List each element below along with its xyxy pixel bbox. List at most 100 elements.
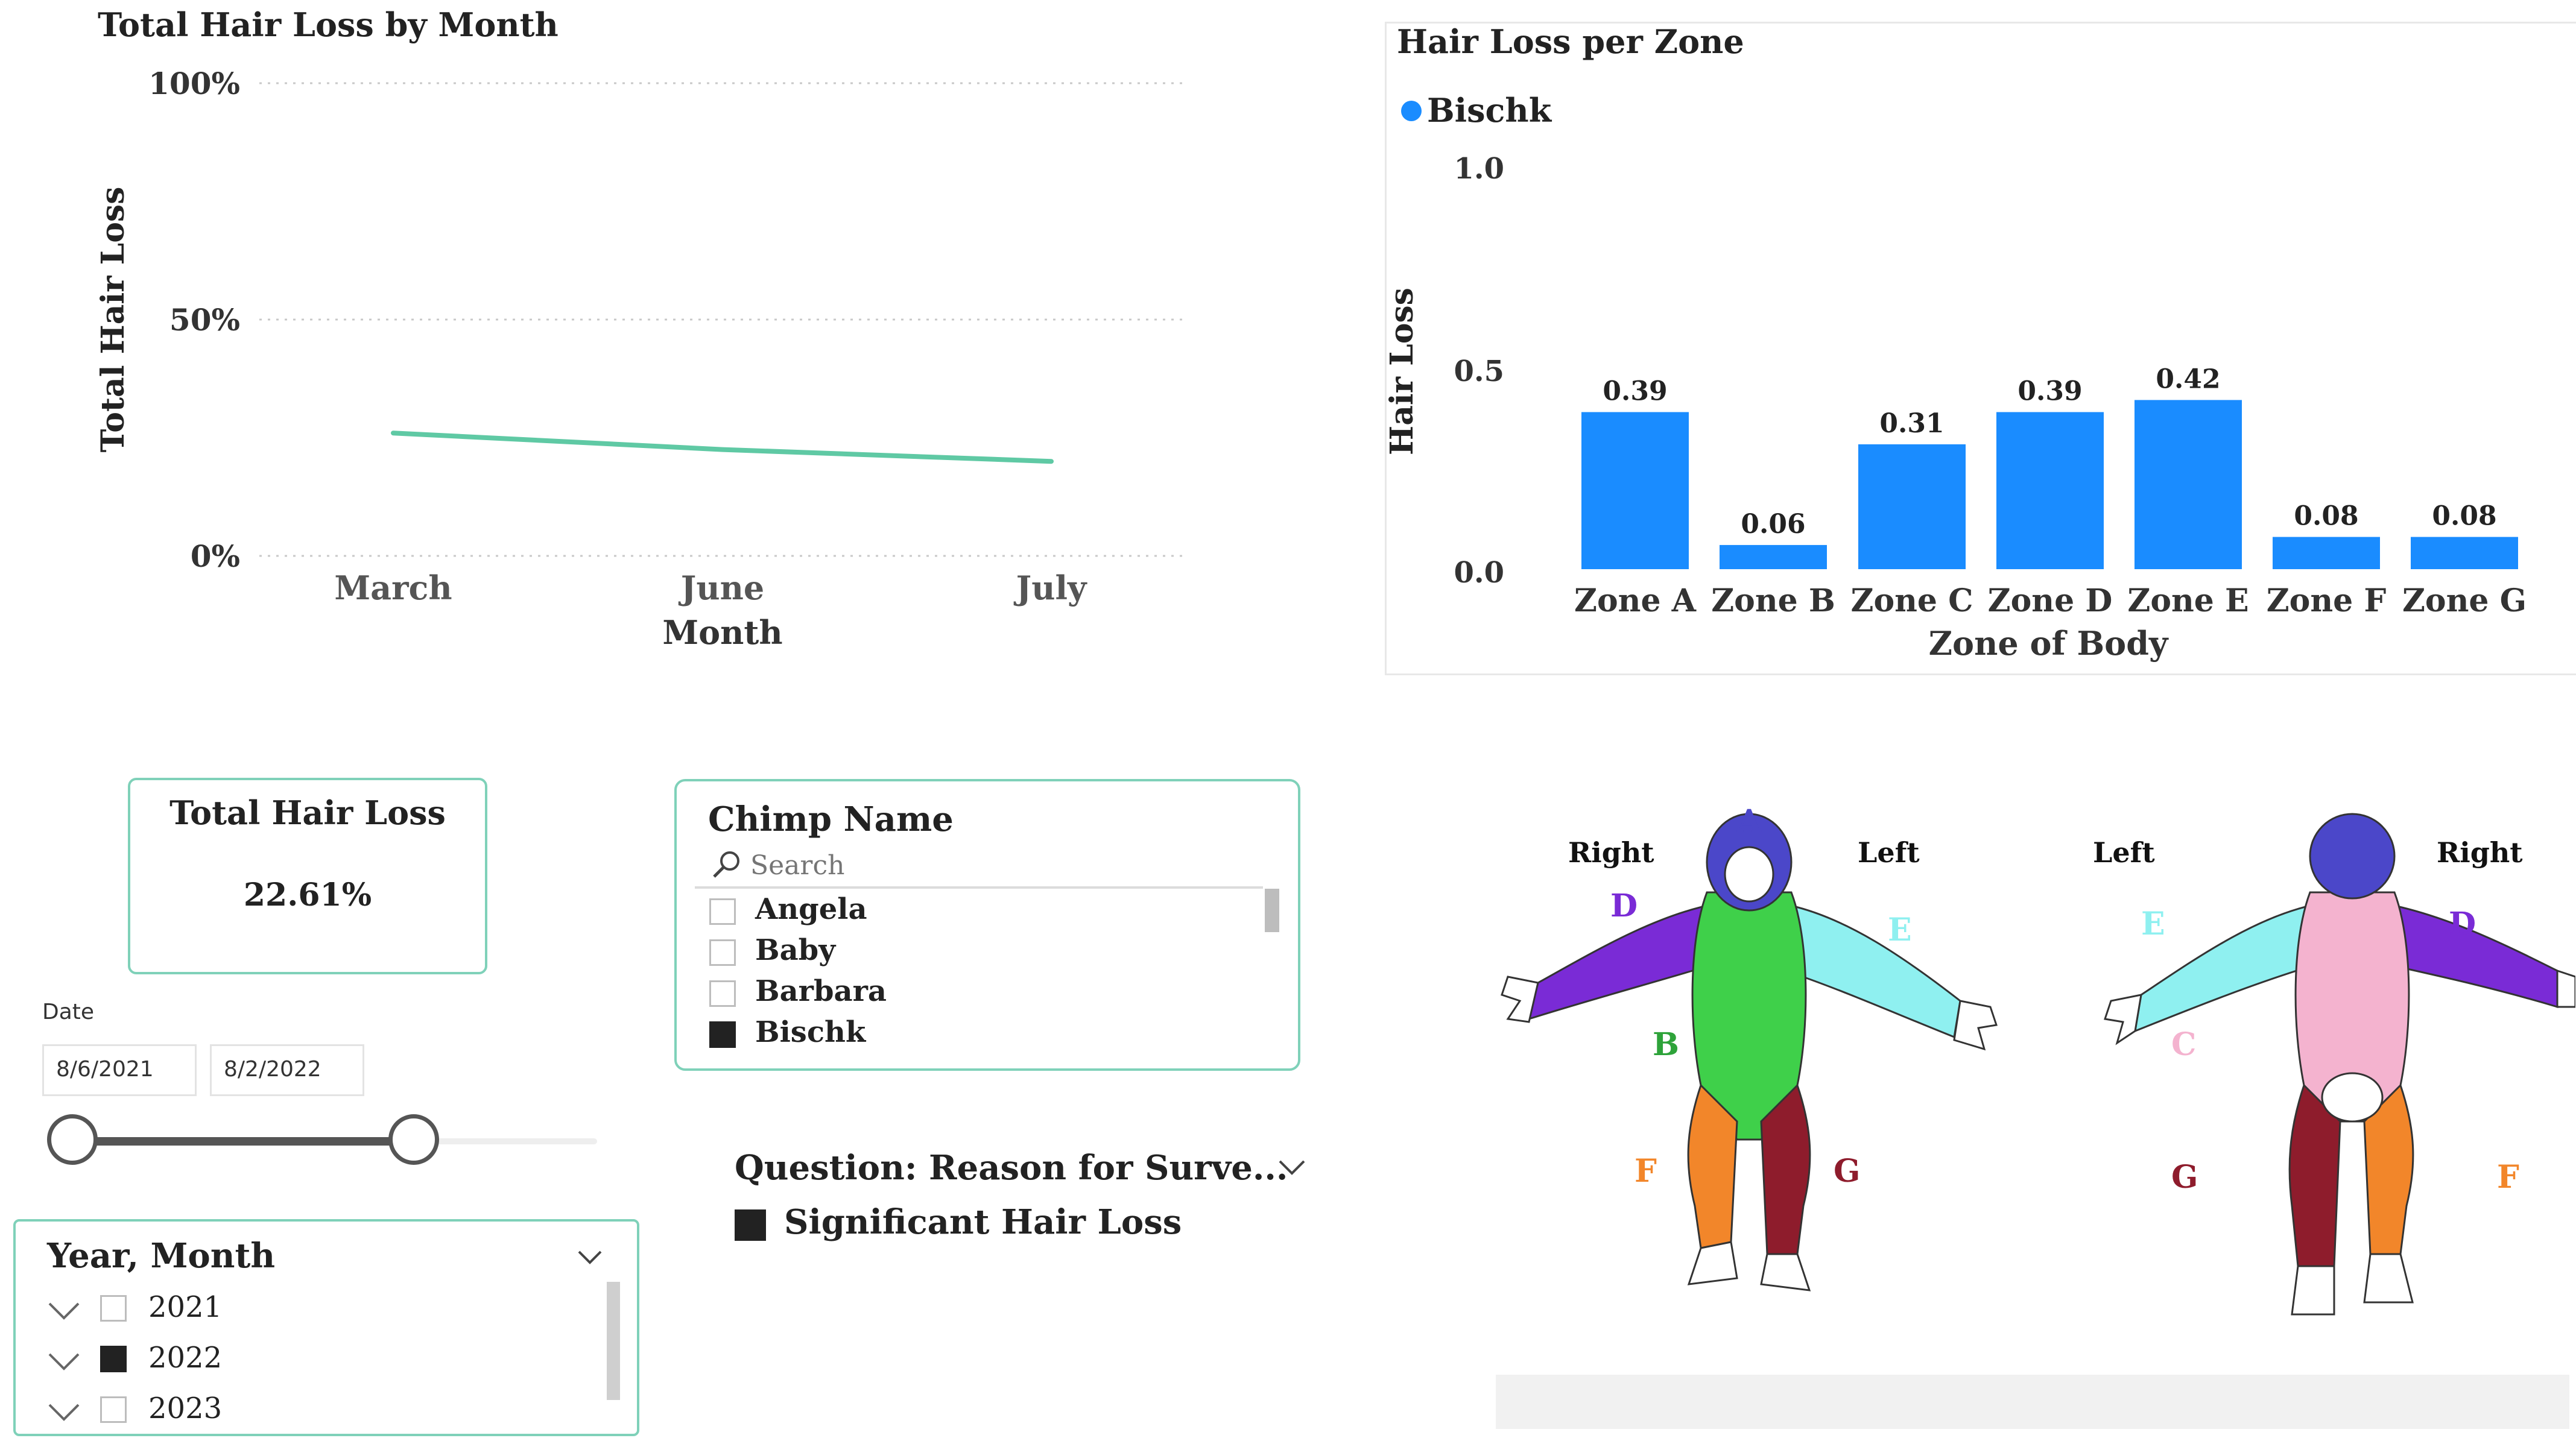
bar-value-label: 0.39 <box>1603 376 1667 406</box>
bar-category-label: Zone B <box>1711 582 1835 619</box>
chimp-search-input[interactable] <box>749 847 1113 884</box>
front-right-label: Right <box>1568 836 1654 869</box>
bar-zone-b[interactable] <box>1720 544 1827 569</box>
back-zone-c-label: C <box>2171 1026 2196 1063</box>
date-slider-selected-range <box>72 1137 414 1146</box>
legend-dot <box>1401 101 1422 121</box>
date-slider-start-handle[interactable] <box>47 1114 98 1165</box>
bar-value-label: 0.08 <box>2432 501 2496 532</box>
line-chart-title: Total Hair Loss by Month <box>98 5 559 44</box>
bar-category-label: Zone D <box>1988 582 2113 619</box>
checkbox-barbara[interactable] <box>709 980 736 1007</box>
year-item-2022[interactable]: 2022 <box>148 1341 222 1375</box>
back-zone-f-label: F <box>2497 1159 2519 1196</box>
bar-category-label: Zone G <box>2402 582 2527 619</box>
back-view-figure <box>2104 813 2575 1316</box>
chimp-item-baby[interactable]: Baby <box>755 933 835 967</box>
bar-value-label: 0.08 <box>2294 501 2358 532</box>
line-chart-y-axis-title: Total Hair Loss <box>95 187 131 453</box>
search-icon <box>713 851 739 878</box>
bar-value-label: 0.39 <box>2017 376 2082 406</box>
bar-category-label: Zone F <box>2267 582 2387 619</box>
year-item-2023[interactable]: 2023 <box>148 1392 222 1425</box>
checkbox-2021[interactable] <box>100 1295 127 1322</box>
front-zone-g-label: G <box>1834 1153 1860 1190</box>
kpi-label: Total Hair Loss <box>169 793 446 832</box>
back-left-hand <box>2104 994 2142 1045</box>
checkbox-baby[interactable] <box>709 939 736 966</box>
front-left-hand <box>1953 1000 1998 1051</box>
front-left-foot <box>1760 1253 1811 1291</box>
checkbox-bischk[interactable] <box>709 1021 736 1048</box>
bar-value-label: 0.31 <box>1879 408 1944 439</box>
bar-y-tick-0: 0.0 <box>1454 556 1504 590</box>
bar-value-label: 0.42 <box>2156 364 2220 394</box>
bar-category-label: Zone C <box>1850 582 1973 619</box>
bar-category-label: Zone A <box>1574 582 1697 619</box>
y-tick-50: 50% <box>169 302 240 338</box>
front-zone-d-label: D <box>1610 888 1638 924</box>
hair-loss-trend-line <box>391 430 1054 464</box>
bar-chart-x-axis-title: Zone of Body <box>1929 624 2169 663</box>
chimp-item-bischk[interactable]: Bischk <box>755 1015 866 1049</box>
expand-2022-chevron-icon[interactable] <box>47 1351 81 1372</box>
question-dropdown-chevron-icon[interactable] <box>1277 1158 1306 1177</box>
x-tick-july: July <box>1014 569 1087 607</box>
chimp-name-title: Chimp Name <box>708 799 954 839</box>
bar-value-label: 0.06 <box>1741 509 1805 540</box>
expand-2023-chevron-icon[interactable] <box>47 1401 81 1423</box>
date-start-input[interactable]: 8/6/2021 <box>42 1044 197 1096</box>
checkbox-2022[interactable] <box>100 1346 127 1372</box>
chimp-item-angela[interactable]: Angela <box>755 892 867 926</box>
chimp-name-slicer: Chimp Name Angela Baby Barbara Bischk <box>674 779 1300 1071</box>
front-left-label: Left <box>1858 836 1920 869</box>
front-face <box>1724 846 1774 903</box>
year-month-title: Year, Month <box>47 1236 276 1276</box>
back-zone-g-label: G <box>2171 1159 2198 1196</box>
back-right-foot <box>2363 1253 2414 1304</box>
bar-zone-e[interactable] <box>2135 400 2242 569</box>
question-item-significant-hair-loss[interactable]: Significant Hair Loss <box>784 1202 1182 1242</box>
expand-2021-chevron-icon[interactable] <box>47 1300 81 1322</box>
x-tick-june: June <box>679 569 764 607</box>
front-right-foot <box>1687 1241 1738 1285</box>
bar-chart-y-axis-title: Hair Loss <box>1385 288 1420 455</box>
date-end-input[interactable]: 8/2/2022 <box>210 1044 364 1096</box>
bar-chart-title: Hair Loss per Zone <box>1397 22 1744 61</box>
bar-category-label: Zone E <box>2127 582 2248 619</box>
checkbox-significant-hair-loss[interactable] <box>735 1209 766 1241</box>
bar-chart: Hair Loss per Zone Bischk 1.0 0.5 0.0 Ha… <box>1385 22 2527 663</box>
date-slider-end-handle[interactable] <box>388 1114 439 1165</box>
kpi-value: 22.61% <box>243 877 372 913</box>
checkbox-angela[interactable] <box>709 898 736 925</box>
back-head <box>2309 813 2396 900</box>
front-view-figure <box>1501 813 1998 1291</box>
chimp-body-zone-diagram: Right Left A D E B F G Left Right E D C … <box>1501 803 2575 1316</box>
line-chart: Total Hair Loss by Month 100% 50% 0% Tot… <box>95 5 1182 652</box>
bar-zone-c[interactable] <box>1858 444 1966 569</box>
chimp-list-scrollbar[interactable] <box>1265 889 1279 932</box>
year-month-scrollbar[interactable] <box>607 1282 620 1400</box>
line-chart-x-axis-title: Month <box>662 613 782 652</box>
bar-zone-g[interactable] <box>2411 537 2518 569</box>
date-slicer-label: Date <box>42 1000 95 1024</box>
legend-label[interactable]: Bischk <box>1427 91 1552 130</box>
front-zone-f-label: F <box>1635 1153 1657 1190</box>
back-buttocks <box>2321 1072 2384 1123</box>
bar-zone-a[interactable] <box>1581 412 1689 569</box>
front-zone-b-label: B <box>1653 1026 1679 1063</box>
bar-zone-d[interactable] <box>1996 412 2104 569</box>
back-left-foot <box>2291 1265 2335 1316</box>
year-month-dropdown-chevron-icon[interactable] <box>577 1248 603 1266</box>
question-slicer-title: Question: Reason for Surve... <box>735 1148 1288 1188</box>
chimp-item-barbara[interactable]: Barbara <box>755 974 887 1008</box>
year-item-2021[interactable]: 2021 <box>148 1290 222 1324</box>
checkbox-2023[interactable] <box>100 1396 127 1423</box>
y-tick-0: 0% <box>191 538 240 574</box>
bar-y-tick-05: 0.5 <box>1454 355 1504 388</box>
bar-zone-f[interactable] <box>2273 537 2380 569</box>
kpi-card: Total Hair Loss 22.61% <box>128 778 487 974</box>
front-zone-a-label: A <box>1736 803 1762 840</box>
year-month-slicer: Year, Month 2021 2022 2023 <box>13 1219 639 1436</box>
y-tick-100: 100% <box>148 66 240 101</box>
